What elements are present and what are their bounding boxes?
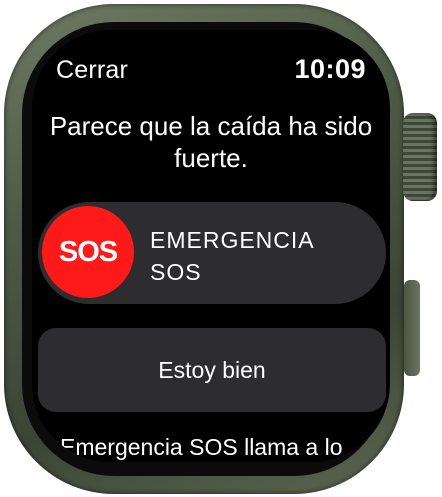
sos-slider-knob[interactable]: SOS — [42, 206, 134, 298]
emergency-sos-label: EMERGENCIA SOS — [150, 227, 314, 285]
close-button[interactable]: Cerrar — [56, 56, 128, 85]
emergency-sos-slider[interactable]: SOS EMERGENCIA SOS — [38, 202, 386, 304]
clock-time: 10:09 — [294, 54, 366, 84]
sos-info-text: Emergencia SOS llama a lo — [60, 434, 343, 460]
watch-screen: Cerrar 10:09 Parece que la caída ha sido… — [32, 30, 390, 462]
fall-alert-message: Parece que la caída ha sido fuerte. — [49, 111, 373, 173]
side-button[interactable] — [404, 280, 420, 376]
digital-crown[interactable] — [403, 113, 437, 201]
im-ok-button[interactable]: Estoy bien — [38, 328, 386, 412]
